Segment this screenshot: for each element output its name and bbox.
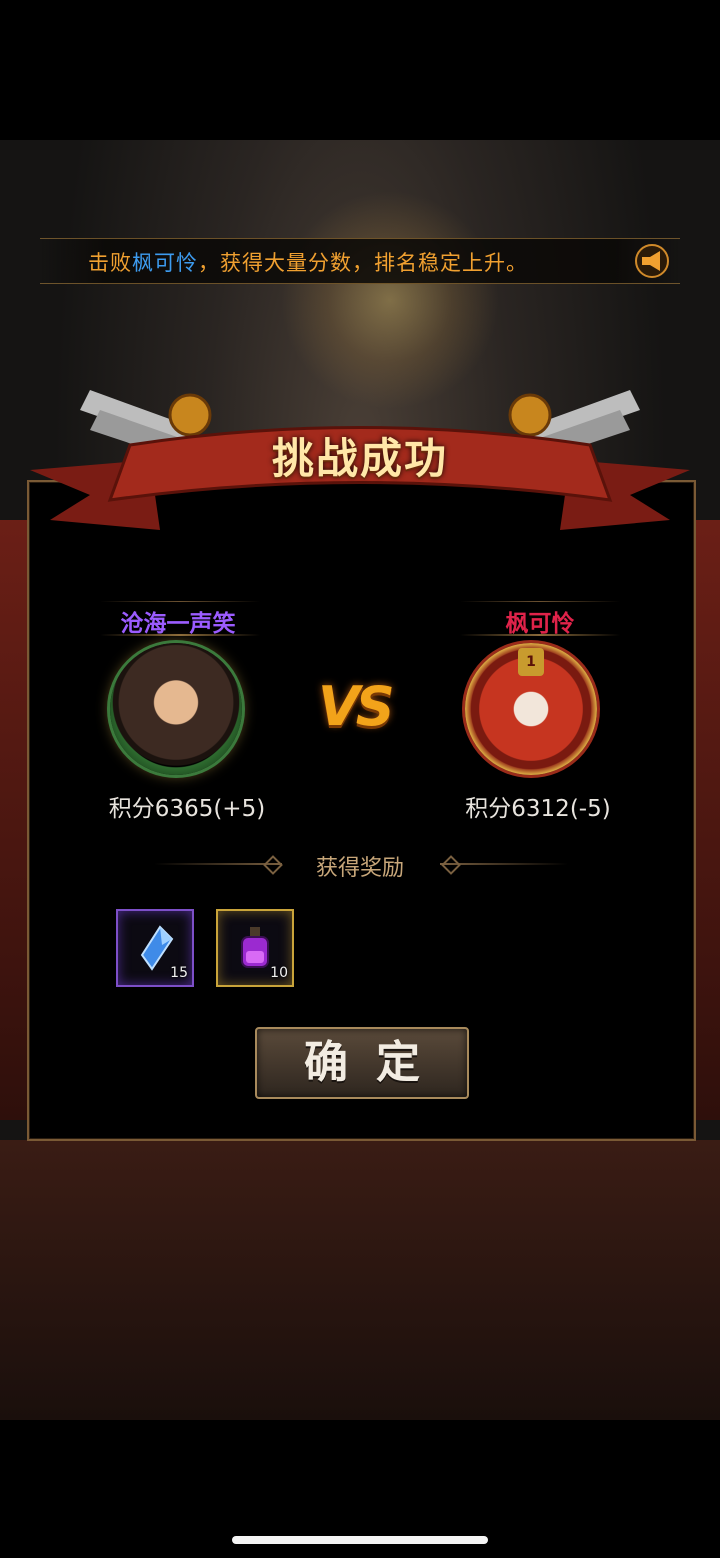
right-player-score: 积分6312(-5) [465, 796, 611, 822]
notice-highlight-name: 枫可怜 [132, 251, 198, 275]
left-name-divider [100, 634, 260, 636]
right-name-divider-top [460, 601, 620, 602]
left-player-avatar[interactable] [110, 643, 242, 775]
notice-text: 击败枫可怜，获得大量分数，排名稳定上升。 [88, 247, 528, 277]
confirm-button[interactable]: 确定 [255, 1027, 469, 1099]
reward-item[interactable]: 15 [116, 909, 194, 987]
reward-quantity: 15 [170, 965, 188, 981]
reward-title: 获得奖励 [315, 856, 404, 881]
home-indicator[interactable] [232, 1536, 488, 1544]
left-player-name: 沧海一声笑 [120, 611, 236, 637]
result-title: 挑战成功 [271, 434, 448, 483]
horn-icon[interactable] [634, 243, 670, 279]
notice-prefix: 击败 [88, 251, 132, 275]
anniversary-badge: 1 [518, 648, 544, 676]
notice-suffix: ，获得大量分数，排名稳定上升。 [198, 251, 528, 275]
right-player-name: 枫可怜 [505, 611, 575, 637]
notice-bar: 击败枫可怜，获得大量分数，排名稳定上升。 [40, 238, 680, 284]
right-name-divider [460, 634, 620, 636]
reward-item[interactable]: 10 [216, 909, 294, 987]
left-player-score: 积分6365(+5) [108, 796, 266, 822]
reward-quantity: 10 [270, 965, 288, 981]
arena-floor [0, 1140, 720, 1420]
versus-label: VS [318, 675, 395, 738]
left-name-divider-top [100, 601, 260, 602]
reward-divider-right [440, 863, 568, 865]
